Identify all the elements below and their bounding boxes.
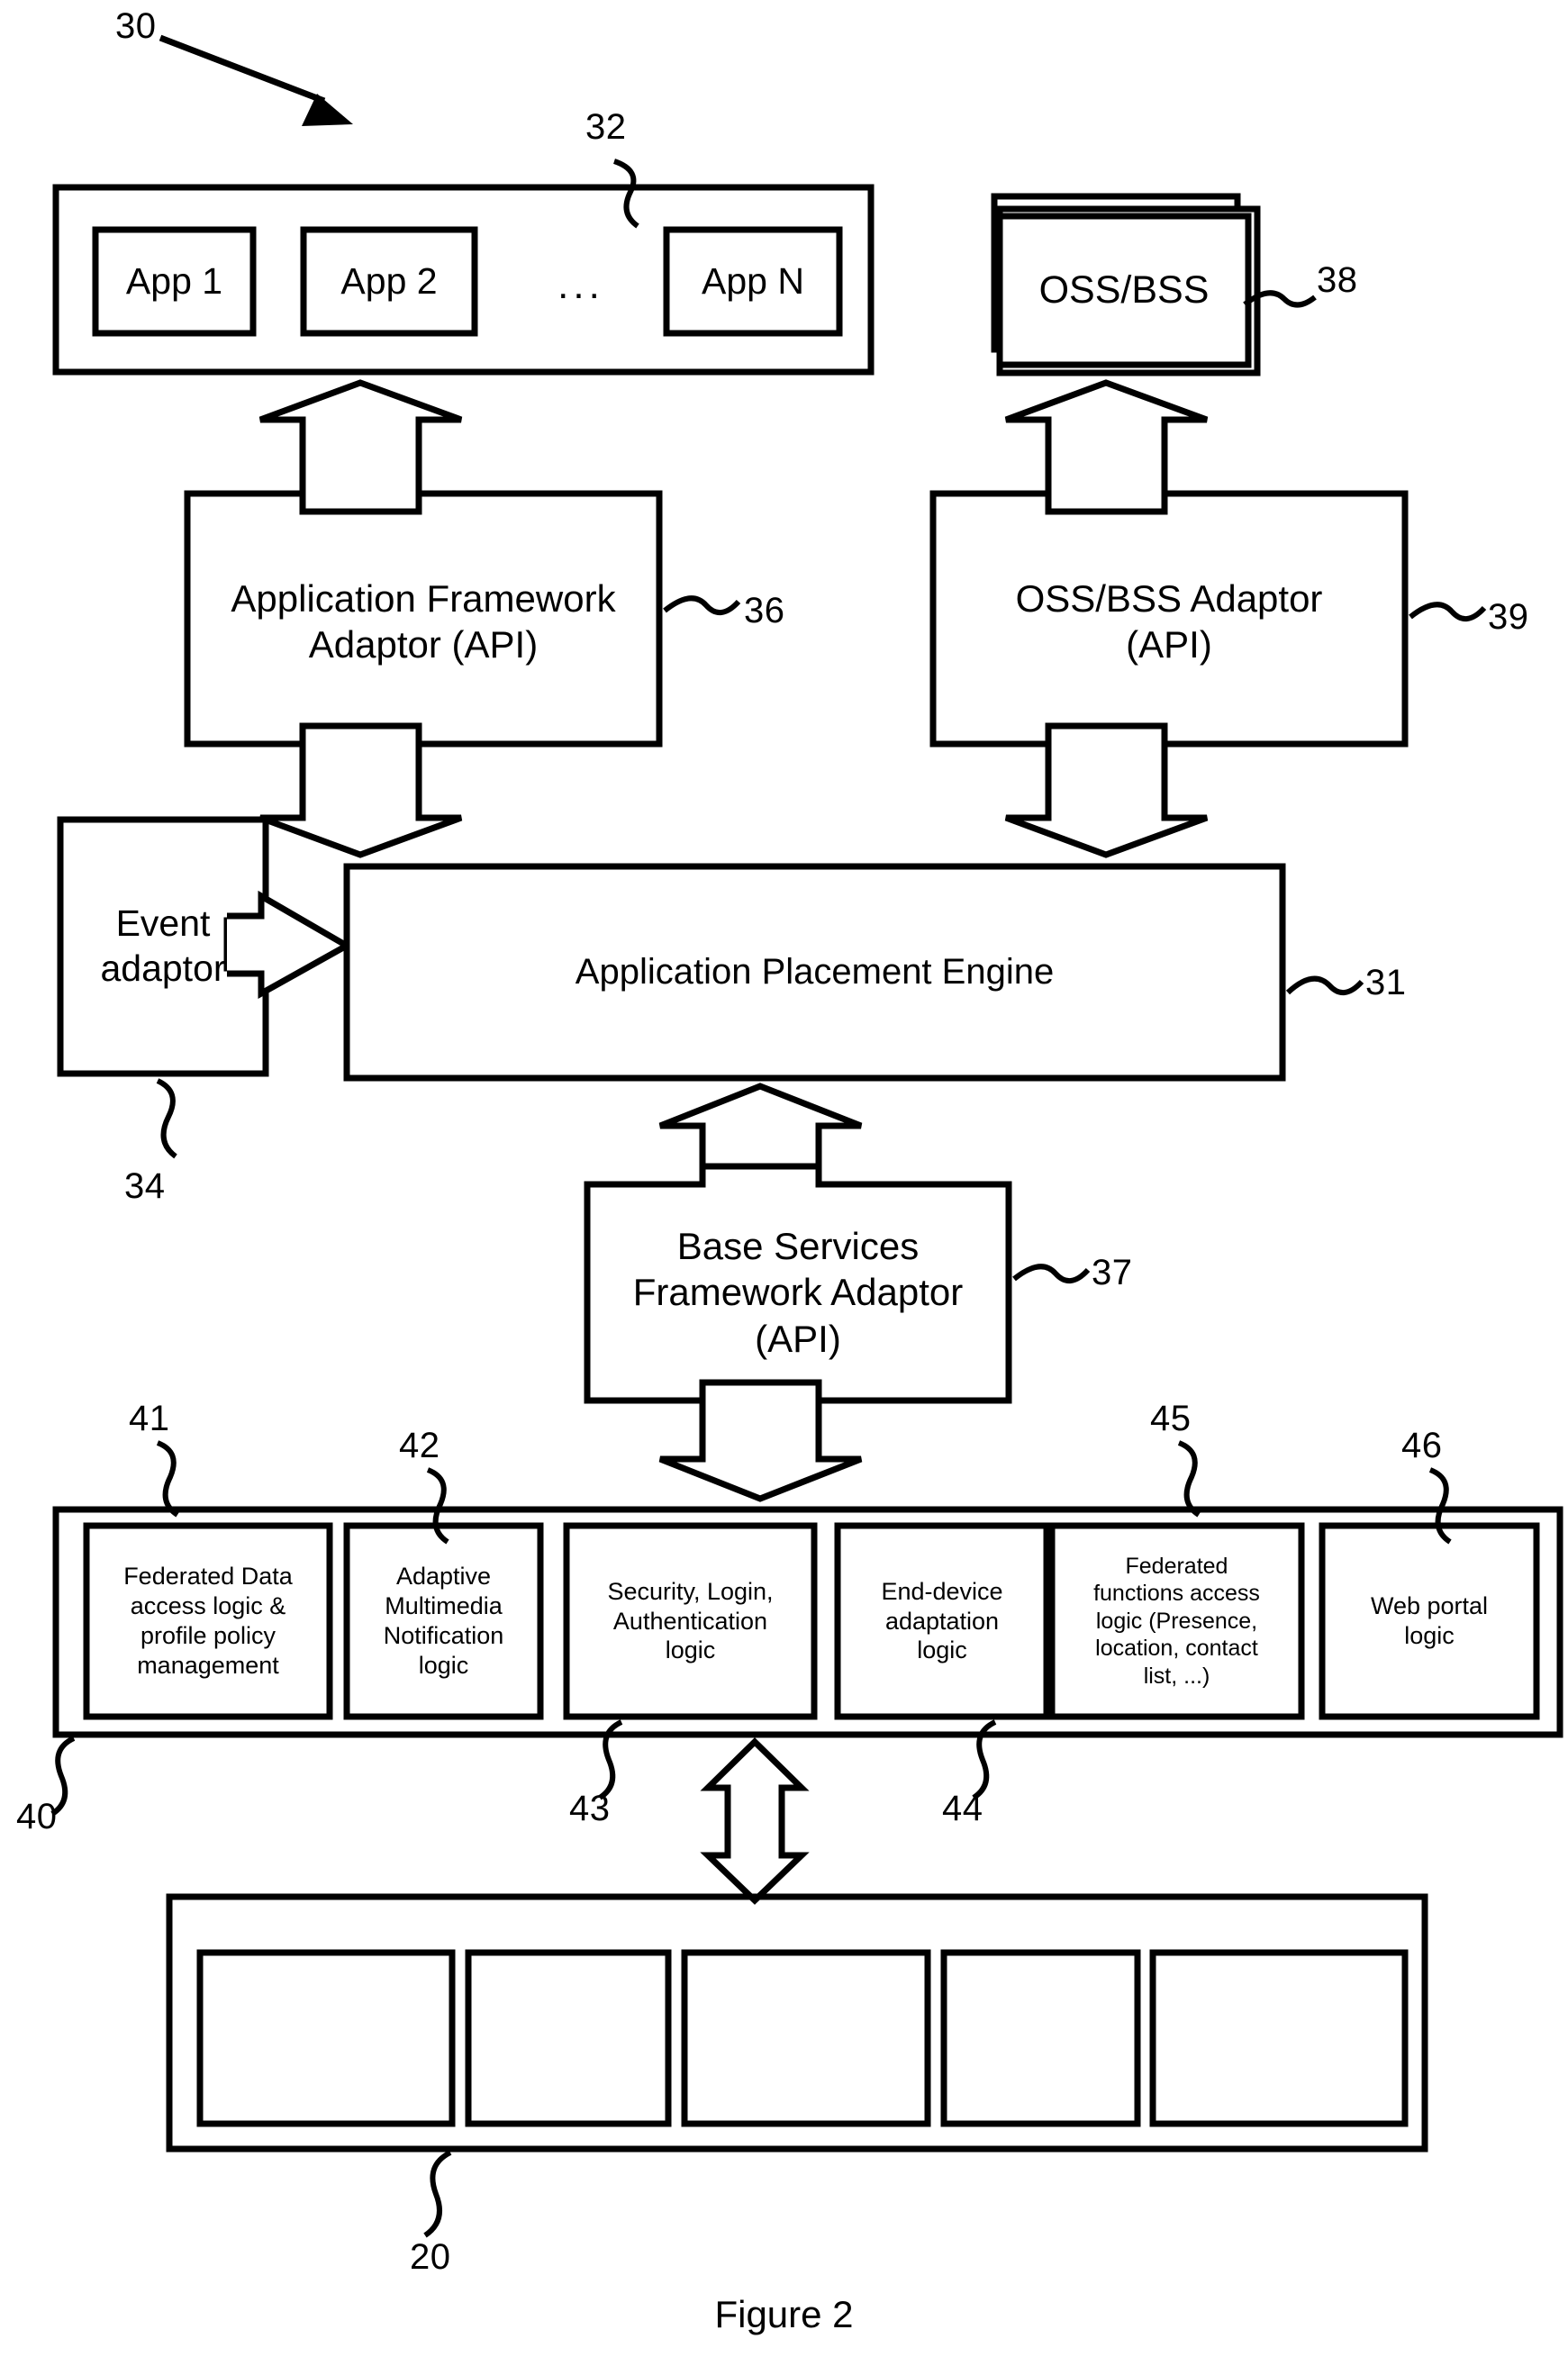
leader-39 — [1409, 602, 1487, 621]
service-box-42 — [343, 1522, 544, 1720]
service-layer-container — [52, 1506, 1563, 1738]
ref-label-41: 41 — [129, 1399, 170, 1438]
oss-bss-box-front — [996, 213, 1252, 368]
arrow-apps-up — [258, 379, 463, 494]
ref-label-36: 36 — [744, 591, 785, 630]
leader-32 — [612, 159, 639, 229]
service-box-45 — [1048, 1522, 1305, 1720]
network-box-5 — [1149, 1949, 1409, 2127]
ref-label-31: 31 — [1365, 963, 1407, 1002]
ref-label-30: 30 — [115, 6, 157, 46]
leader-41 — [156, 1440, 179, 1518]
application-framework-adaptor-box — [184, 490, 663, 748]
ref-label-46: 46 — [1401, 1426, 1443, 1465]
service-box-46 — [1319, 1522, 1540, 1720]
arrow-ossbss-up — [1004, 379, 1209, 494]
arrow-adaptor39-down — [1004, 744, 1209, 858]
ref-label-42: 42 — [399, 1426, 440, 1465]
ref-label-45: 45 — [1150, 1399, 1192, 1438]
network-box-2 — [465, 1949, 672, 2127]
ref-label-39: 39 — [1488, 597, 1529, 637]
service-box-41 — [83, 1522, 333, 1720]
diagram-vector-layer — [50, 34, 1563, 2238]
ref-label-37: 37 — [1092, 1253, 1133, 1292]
network-box-3 — [681, 1949, 931, 2127]
ref-label-43: 43 — [569, 1789, 611, 1828]
arrow-adaptor36-down — [258, 744, 463, 858]
service-box-44 — [834, 1522, 1050, 1720]
leader-34 — [156, 1078, 177, 1159]
ref-label-38: 38 — [1317, 260, 1358, 300]
leader-20 — [423, 2150, 452, 2238]
leader-31 — [1285, 975, 1364, 995]
ref-label-34: 34 — [124, 1166, 166, 1206]
app-box-1 — [92, 226, 257, 337]
application-layer-container — [52, 184, 875, 376]
arrow-base-adaptor-down — [658, 1401, 863, 1502]
leader-45 — [1177, 1440, 1201, 1518]
application-placement-engine-box — [343, 863, 1286, 1082]
overall-ref-arrow — [159, 34, 353, 126]
network-box-4 — [940, 1949, 1141, 2127]
ref-label-20: 20 — [410, 2237, 451, 2277]
app-box-n — [663, 226, 843, 337]
base-services-framework-adaptor-box — [584, 1163, 1012, 1404]
leader-36 — [663, 595, 741, 615]
ref-label-32: 32 — [585, 107, 627, 147]
ref-label-44: 44 — [942, 1789, 983, 1828]
leader-37 — [1012, 1264, 1091, 1283]
network-layer-container — [166, 1893, 1428, 2153]
service-box-43 — [563, 1522, 818, 1720]
leader-42 — [426, 1467, 449, 1545]
ref-label-40: 40 — [16, 1797, 58, 1836]
arrow-service-network-bidirectional — [700, 1737, 810, 1905]
leader-46 — [1428, 1467, 1452, 1545]
oss-bss-adaptor-box — [929, 490, 1409, 748]
app-box-2 — [300, 226, 478, 337]
network-box-1 — [196, 1949, 456, 2127]
patent-figure-page: 30 32 App 1 App 2 ... App N OSS/BSS 38 A… — [0, 0, 1568, 2375]
